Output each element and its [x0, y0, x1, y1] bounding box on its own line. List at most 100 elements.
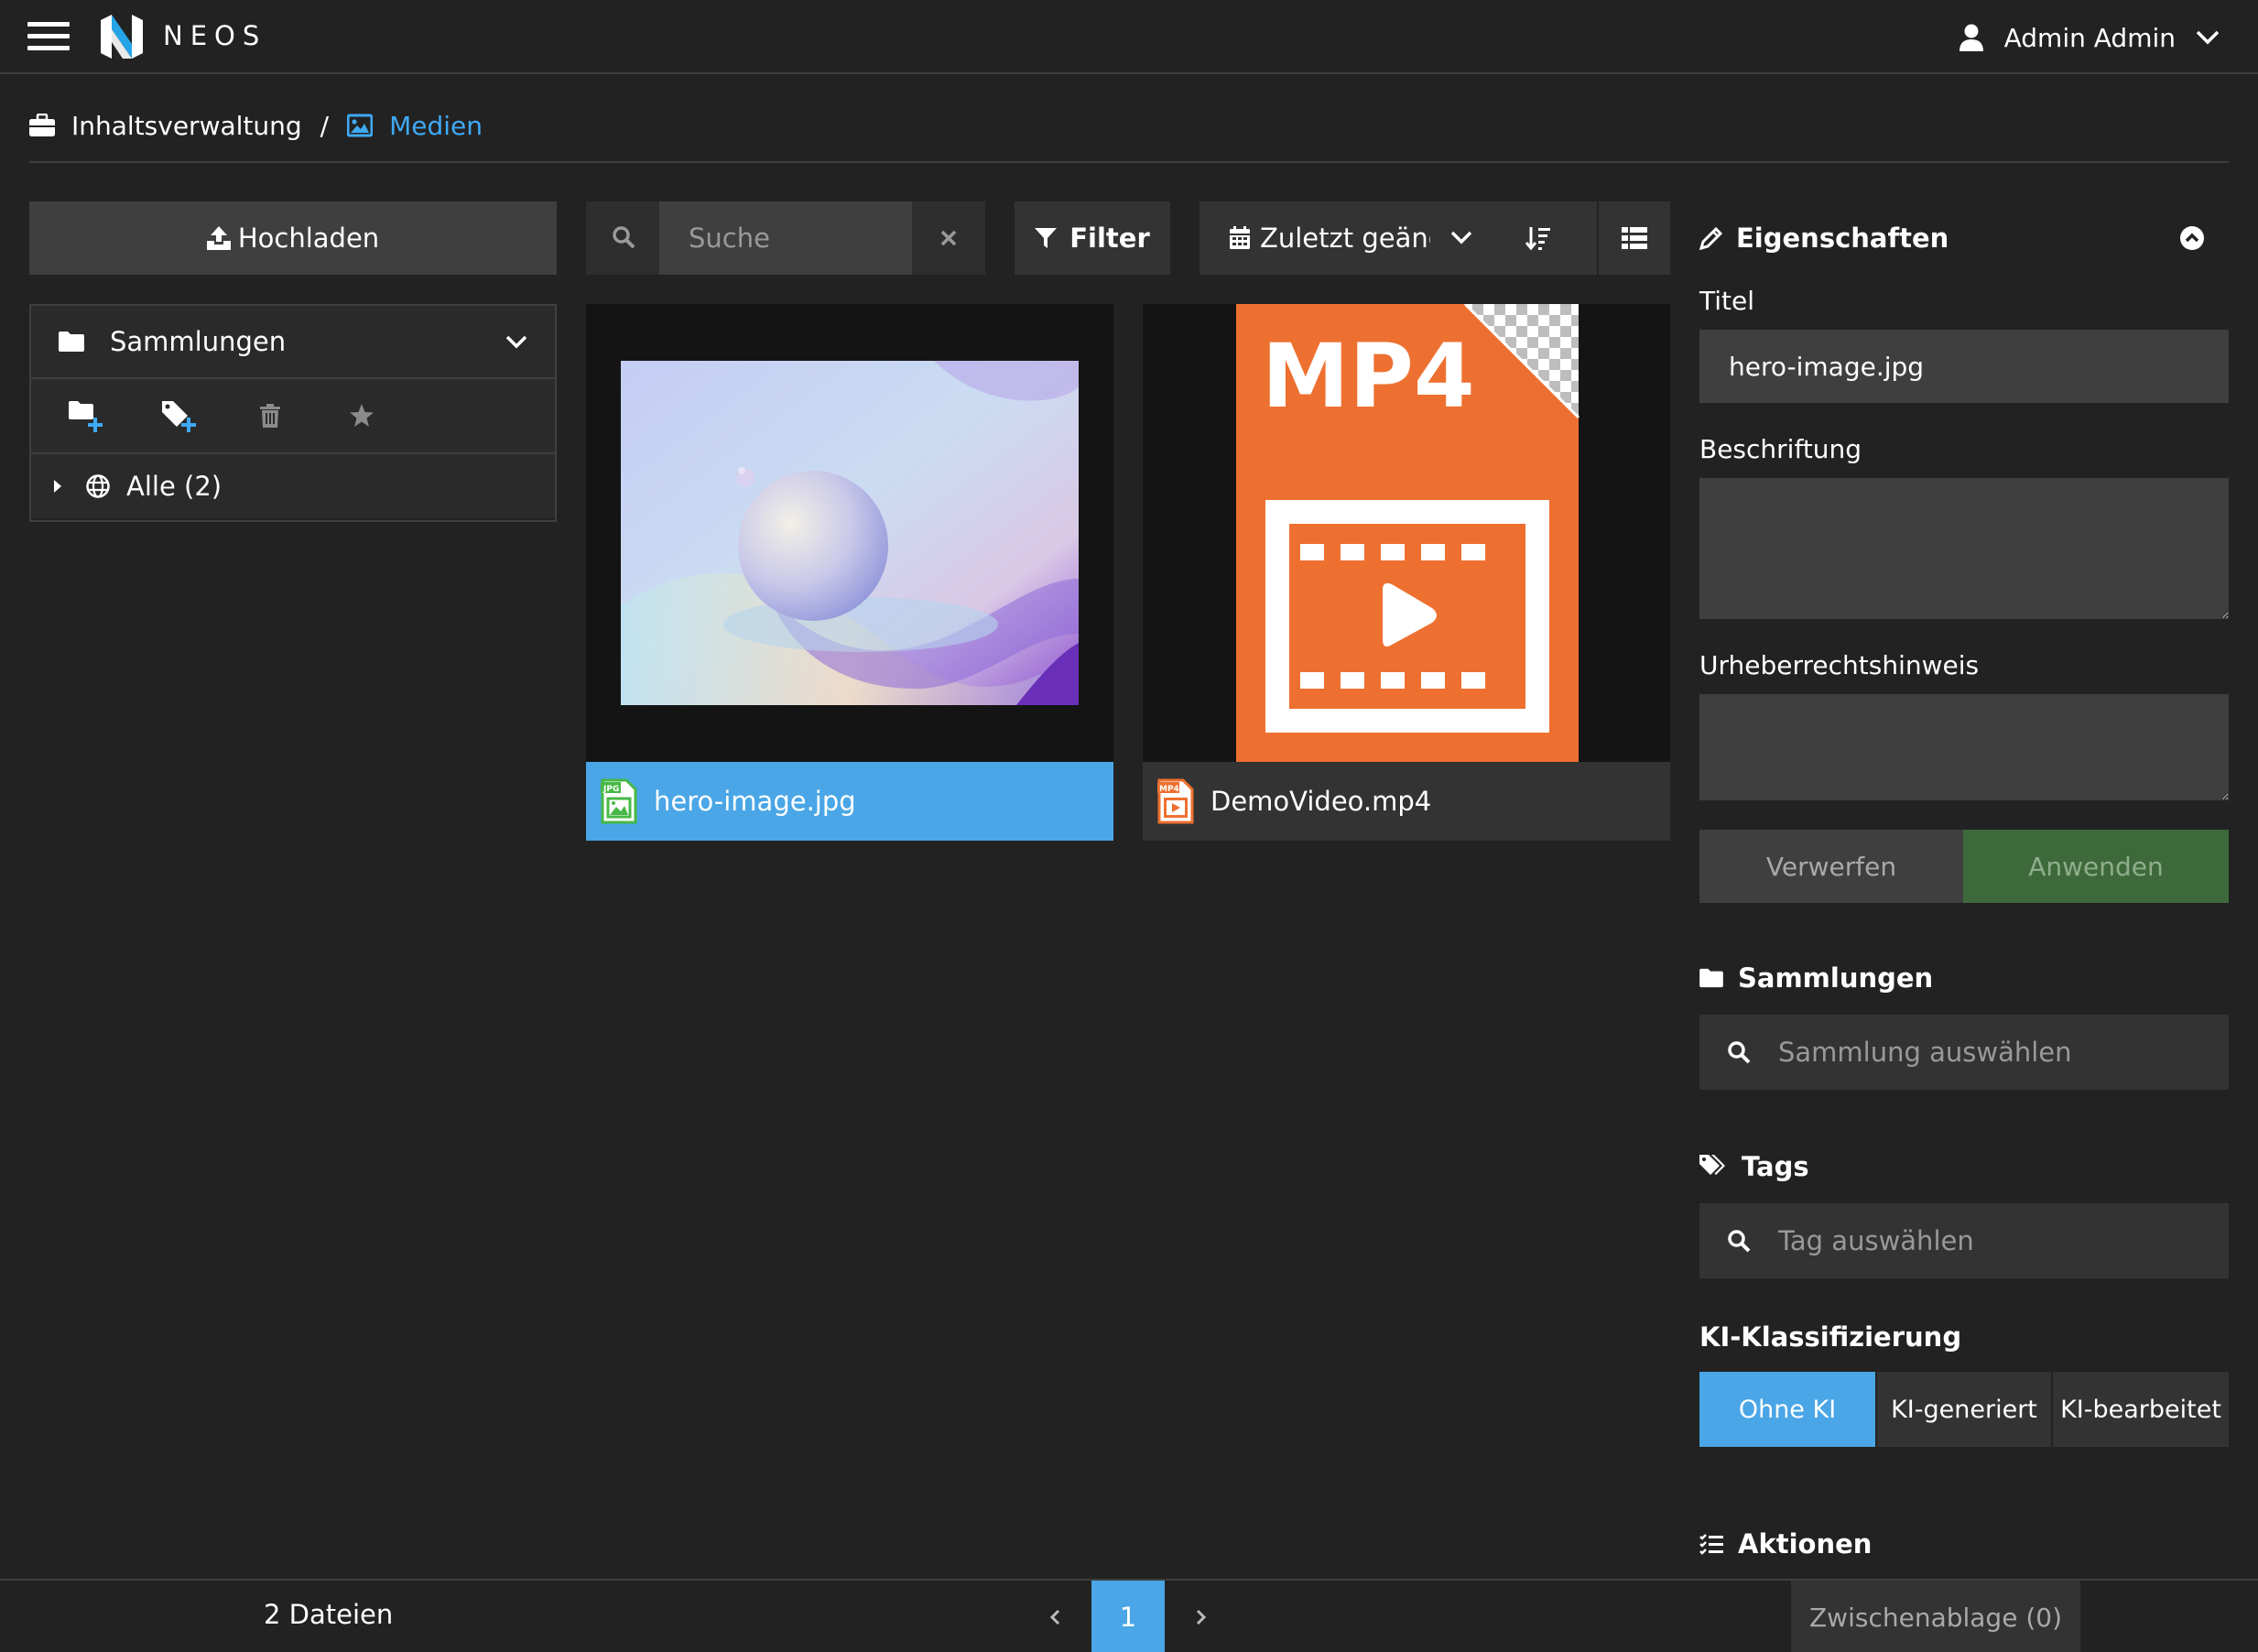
properties-title: Eigenschaften [1736, 223, 1949, 254]
title-label: Titel [1699, 286, 1755, 316]
caption-textarea[interactable] [1699, 478, 2229, 619]
collection-select-placeholder: Sammlung auswählen [1778, 1037, 2072, 1068]
list-view-icon [1622, 227, 1647, 249]
breadcrumb: Inhaltsverwaltung / Medien [29, 104, 483, 147]
chevron-down-icon [505, 335, 527, 349]
chevron-right-icon [1196, 1609, 1207, 1625]
tags-section-title: Tags [1742, 1151, 1809, 1182]
sort-label: Zuletzt geänd [1260, 223, 1430, 254]
upload-label: Hochladen [237, 223, 380, 254]
collection-select[interactable]: Sammlung auswählen [1699, 1015, 2229, 1090]
caption-label: Beschriftung [1699, 434, 1862, 464]
trash-icon [260, 404, 280, 428]
copyright-textarea[interactable] [1699, 694, 2229, 800]
ai-option-none[interactable]: Ohne KI [1699, 1372, 1875, 1447]
collections-section-header: Sammlungen [1699, 960, 1933, 996]
asset-filename: hero-image.jpg [654, 786, 856, 817]
add-collection-button[interactable] [64, 396, 110, 436]
user-menu[interactable]: Admin Admin [1959, 18, 2220, 57]
filter-button[interactable]: Filter [1015, 201, 1170, 275]
neos-logo-icon[interactable] [99, 13, 145, 60]
user-name: Admin Admin [2003, 22, 2176, 53]
tag-plus-icon [162, 401, 196, 432]
asset-card-demovideo[interactable]: MP4 MP4 DemoVideo.mp4 [1143, 304, 1670, 841]
favorite-button[interactable] [339, 396, 385, 436]
image-icon [347, 114, 374, 137]
ai-classification-title: KI-Klassifizierung [1699, 1321, 1962, 1353]
mp4-file-icon: MP4 [1157, 778, 1194, 824]
breadcrumb-separator: / [320, 110, 330, 141]
search-icon [1728, 1230, 1751, 1253]
list-view-button[interactable] [1599, 201, 1670, 275]
sort-select[interactable]: Zuletzt geänd [1200, 201, 1597, 275]
asset-filename: DemoVideo.mp4 [1210, 786, 1432, 817]
discard-button[interactable]: Verwerfen [1699, 830, 1963, 903]
globe-icon [86, 474, 110, 498]
collections-header[interactable]: Sammlungen [31, 306, 555, 379]
hero-image-preview [621, 361, 1079, 705]
tag-select[interactable]: Tag auswählen [1699, 1203, 2229, 1278]
upload-icon [206, 226, 231, 250]
title-input[interactable] [1699, 330, 2229, 403]
collections-toolbar [31, 379, 555, 454]
caret-right-icon[interactable] [53, 479, 62, 494]
asset-thumbnail[interactable] [586, 304, 1113, 762]
menu-icon[interactable] [27, 22, 70, 51]
asset-card-hero-image[interactable]: JPG hero-image.jpg [586, 304, 1113, 841]
add-tag-button[interactable] [156, 396, 201, 436]
tasks-icon [1699, 1534, 1723, 1555]
breadcrumb-divider [29, 161, 2229, 163]
current-page[interactable]: 1 [1091, 1581, 1165, 1652]
sort-direction-icon[interactable] [1525, 225, 1551, 251]
jpg-file-icon: JPG [601, 778, 637, 824]
star-icon [350, 404, 374, 427]
properties-header: Eigenschaften [1699, 220, 2229, 256]
collections-panel: Sammlungen Alle (2) [29, 304, 557, 522]
tags-icon [1699, 1155, 1725, 1175]
delete-button[interactable] [247, 396, 293, 436]
user-icon [1959, 24, 1983, 51]
search-icon [613, 226, 635, 249]
collections-section-title: Sammlungen [1738, 962, 1934, 994]
chevron-down-icon [1450, 231, 1472, 245]
asset-caption[interactable]: JPG hero-image.jpg [586, 762, 1113, 841]
clear-search-button[interactable] [912, 201, 985, 275]
ai-option-edited[interactable]: KI-bearbeitet [2051, 1372, 2229, 1447]
footer-bar: 2 Dateien 1 Zwischenablage (0) [0, 1579, 2258, 1652]
asset-caption[interactable]: MP4 DemoVideo.mp4 [1143, 762, 1670, 841]
breadcrumb-current[interactable]: Medien [389, 111, 483, 141]
pencil-icon [1699, 226, 1723, 250]
breadcrumb-parent[interactable]: Inhaltsverwaltung [71, 111, 302, 141]
upload-button[interactable]: Hochladen [29, 201, 557, 275]
top-bar: NEOS Admin Admin [0, 0, 2258, 74]
copyright-label: Urheberrechtshinweis [1699, 650, 1980, 680]
apply-button[interactable]: Anwenden [1963, 830, 2229, 903]
next-page-button[interactable] [1165, 1581, 1238, 1652]
search-input[interactable] [659, 201, 912, 275]
ai-classification-header: KI-Klassifizierung [1699, 1319, 1961, 1355]
chevron-down-icon [2196, 30, 2220, 45]
clipboard-button[interactable]: Zwischenablage (0) [1791, 1581, 2080, 1652]
mp4-thumb-label: MP4 [1262, 325, 1475, 428]
folder-plus-icon [69, 401, 103, 432]
search-icon [1728, 1041, 1751, 1064]
asset-thumbnail[interactable]: MP4 [1143, 304, 1670, 762]
svg-text:MP4: MP4 [1159, 785, 1179, 794]
tags-section-header: Tags [1699, 1148, 1809, 1185]
tag-select-placeholder: Tag auswählen [1778, 1225, 1974, 1256]
filter-icon [1035, 228, 1058, 248]
briefcase-icon [29, 114, 55, 136]
folder-icon [59, 331, 84, 352]
collections-label: Sammlungen [110, 326, 287, 357]
previous-page-button[interactable] [1018, 1581, 1091, 1652]
search-box [586, 201, 985, 275]
chevron-up-circle-icon[interactable] [2179, 225, 2205, 251]
file-count: 2 Dateien [264, 1599, 394, 1630]
ai-option-generated[interactable]: KI-generiert [1875, 1372, 2051, 1447]
ai-classification-toggle: Ohne KI KI-generiert KI-bearbeitet [1699, 1372, 2229, 1447]
tree-item-label: Alle (2) [126, 471, 223, 502]
tree-item-all[interactable]: Alle (2) [31, 454, 555, 518]
brand-name: NEOS [163, 20, 267, 51]
chevron-left-icon [1049, 1609, 1060, 1625]
close-icon [940, 230, 957, 246]
